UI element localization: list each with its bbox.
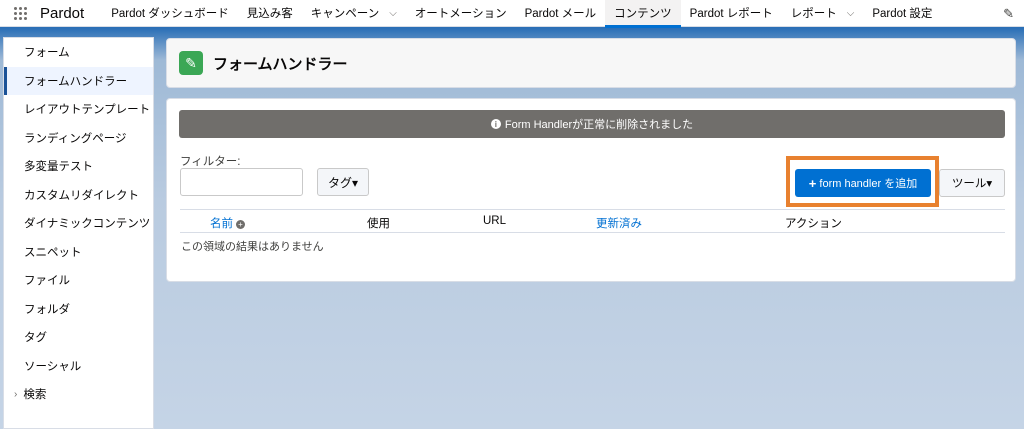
sidebar-item-forms[interactable]: フォーム: [4, 38, 153, 67]
sidebar-item-label: カスタムリダイレクト: [24, 189, 139, 202]
sidebar-item-custom-redirects[interactable]: カスタムリダイレクト: [4, 181, 153, 210]
form-handler-icon: ✎: [179, 51, 203, 75]
sidebar-item-label: レイアウトテンプレート: [24, 104, 151, 117]
tools-dropdown-button[interactable]: ツール▾: [939, 169, 1005, 197]
sidebar-item-label: ソーシャル: [24, 360, 82, 373]
plus-icon: +: [808, 175, 817, 191]
column-header-usage: 使用: [367, 218, 390, 230]
nav-item-prospects[interactable]: 見込み客: [238, 0, 302, 27]
sidebar-item-label: 多変量テスト: [24, 161, 93, 174]
chevron-down-icon[interactable]: ⌵: [847, 8, 855, 19]
column-label: 名前: [210, 218, 233, 230]
add-circle-icon[interactable]: +: [236, 220, 245, 229]
sidebar-item-tags[interactable]: タグ: [4, 323, 153, 352]
sidebar-item-label: タグ: [24, 332, 47, 345]
sidebar-item-label: スニペット: [24, 246, 82, 259]
success-alert: i Form Handlerが正常に削除されました: [179, 110, 1005, 138]
nav-item-dashboard[interactable]: Pardot ダッシュボード: [102, 0, 238, 27]
nav-item-pardot-email[interactable]: Pardot メール: [516, 0, 606, 27]
sidebar-item-label: ダイナミックコンテンツ: [24, 218, 151, 231]
sidebar-item-social[interactable]: ソーシャル: [4, 352, 153, 381]
filter-input[interactable]: [180, 168, 303, 196]
column-header-name[interactable]: 名前 +: [210, 215, 245, 231]
nav-label: キャンペーン: [310, 8, 380, 20]
sidebar-item-label: ファイル: [24, 275, 70, 288]
app-name: Pardot: [40, 4, 85, 22]
sidebar-item-label: フォームハンドラー: [24, 75, 128, 88]
alert-message: Form Handlerが正常に削除されました: [504, 119, 694, 131]
chevron-right-icon[interactable]: ›: [14, 389, 17, 400]
page-header: ✎ フォームハンドラー: [166, 38, 1016, 88]
info-icon: i: [490, 119, 501, 129]
nav-item-automation[interactable]: オートメーション: [406, 0, 516, 27]
nav-item-reports[interactable]: レポート ⌵: [782, 0, 864, 27]
sidebar-item-multivariate-tests[interactable]: 多変量テスト: [4, 152, 153, 181]
nav-label: レポート: [790, 8, 837, 20]
nav-item-campaigns[interactable]: キャンペーン ⌵: [302, 0, 406, 27]
sidebar-item-label: 検索: [23, 389, 47, 402]
app-launcher-icon[interactable]: [0, 0, 40, 27]
page-title: フォームハンドラー: [213, 55, 348, 73]
sidebar-item-label: フォーム: [24, 47, 70, 60]
add-button-label: form handler を追加: [819, 178, 918, 190]
sidebar-item-label: フォルダ: [24, 303, 70, 316]
nav-label: Pardot 設定: [872, 8, 933, 20]
nav-item-pardot-reports[interactable]: Pardot レポート: [681, 0, 782, 27]
sidebar-item-layout-templates[interactable]: レイアウトテンプレート: [4, 95, 153, 124]
sidebar-item-landing-pages[interactable]: ランディングページ: [4, 124, 153, 153]
nav-label: オートメーション: [414, 8, 507, 20]
table-header: 名前 + 使用 URL 更新済み アクション: [180, 209, 1005, 233]
empty-state-message: この領域の結果はありません: [181, 241, 324, 253]
column-header-url: URL: [483, 215, 507, 227]
sidebar-item-label: ランディングページ: [24, 132, 127, 145]
add-form-handler-button[interactable]: + form handler を追加: [795, 169, 931, 197]
sidebar-item-folders[interactable]: フォルダ: [4, 295, 153, 324]
pencil-icon[interactable]: ✎: [1003, 6, 1014, 22]
tag-dropdown-button[interactable]: タグ▾: [317, 168, 369, 196]
sidebar-item-snippets[interactable]: スニペット: [4, 238, 153, 267]
filter-label: フィルター:: [180, 156, 241, 168]
nav-item-pardot-settings[interactable]: Pardot 設定: [863, 0, 941, 27]
sidebar: フォーム フォームハンドラー レイアウトテンプレート ランディングページ 多変量…: [3, 37, 154, 429]
main-panel: i Form Handlerが正常に削除されました フィルター: タグ▾ + f…: [166, 98, 1016, 282]
nav-label: Pardot メール: [524, 8, 597, 20]
sidebar-item-search[interactable]: › 検索: [4, 380, 153, 409]
nav-item-content[interactable]: コンテンツ: [605, 0, 681, 28]
top-nav: Pardot Pardot ダッシュボード 見込み客 キャンペーン ⌵ オートメー…: [0, 0, 1024, 28]
nav-label: Pardot ダッシュボード: [111, 8, 229, 20]
nav-label: 見込み客: [246, 8, 293, 20]
nav-label: コンテンツ: [614, 8, 672, 20]
column-header-actions: アクション: [785, 218, 842, 230]
sidebar-item-files[interactable]: ファイル: [4, 266, 153, 295]
chevron-down-icon[interactable]: ⌵: [389, 8, 397, 19]
sidebar-item-form-handlers[interactable]: フォームハンドラー: [4, 66, 153, 95]
nav-label: Pardot レポート: [689, 8, 773, 20]
column-header-updated[interactable]: 更新済み: [596, 215, 642, 231]
sidebar-item-dynamic-content[interactable]: ダイナミックコンテンツ: [4, 209, 153, 238]
